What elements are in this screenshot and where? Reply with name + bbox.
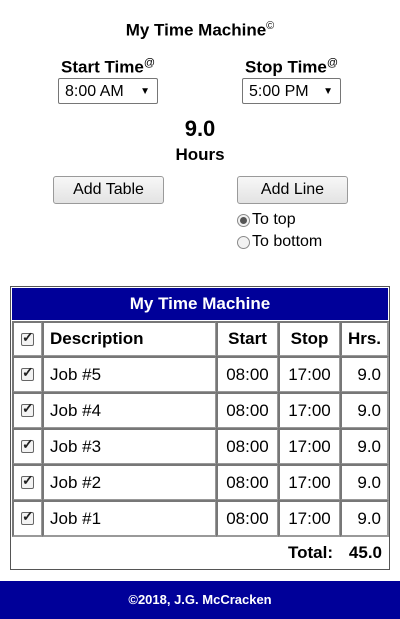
table-row-checkbox-cell — [12, 356, 43, 393]
header-select-all — [12, 321, 43, 357]
stop-time-label-text: Stop Time — [245, 57, 327, 77]
dropdown-arrow-icon: ▼ — [140, 86, 150, 97]
row-hrs: 9.0 — [340, 356, 389, 393]
stop-time-label: Stop Time@ — [245, 57, 338, 78]
row-start[interactable]: 08:00 — [216, 500, 279, 537]
footer: ©2018, J.G. McCracken — [0, 581, 400, 619]
row-checkbox[interactable] — [21, 436, 34, 453]
add-table-button[interactable]: Add Table — [53, 176, 164, 204]
stop-time-select[interactable]: 5:00 PM ▼ — [242, 78, 341, 104]
row-stop[interactable]: 17:00 — [278, 356, 341, 393]
row-start[interactable]: 08:00 — [216, 392, 279, 429]
row-checkbox[interactable] — [21, 472, 34, 489]
radio-unselected-icon[interactable] — [237, 235, 250, 249]
row-checkbox[interactable] — [21, 400, 34, 417]
row-description[interactable]: Job #2 — [42, 464, 217, 501]
start-time-value: 8:00 AM — [65, 83, 124, 100]
start-time-mark: @ — [143, 57, 155, 69]
row-checkbox[interactable] — [21, 364, 34, 381]
row-description[interactable]: Job #5 — [42, 356, 217, 393]
radio-to-bottom-label: To bottom — [252, 233, 323, 250]
row-start[interactable]: 08:00 — [216, 428, 279, 465]
radio-selected-icon[interactable] — [237, 213, 250, 227]
row-description[interactable]: Job #1 — [42, 500, 217, 537]
radio-to-bottom[interactable]: To bottom — [237, 233, 322, 251]
table-row-checkbox-cell — [12, 392, 43, 429]
stop-time-value: 5:00 PM — [249, 83, 309, 100]
copyright-mark: © — [266, 20, 275, 32]
table-row-checkbox-cell — [12, 428, 43, 465]
row-start[interactable]: 08:00 — [216, 464, 279, 501]
header-start[interactable]: Start — [216, 321, 279, 357]
app-title: My Time Machine© — [0, 20, 400, 41]
dropdown-arrow-icon: ▼ — [323, 86, 333, 97]
row-start[interactable]: 08:00 — [216, 356, 279, 393]
row-description[interactable]: Job #3 — [42, 428, 217, 465]
row-hrs: 9.0 — [340, 392, 389, 429]
total-label: Total: — [287, 543, 333, 562]
table-title: My Time Machine — [12, 288, 388, 320]
total-row: Total: 45.0 — [11, 537, 389, 567]
radio-to-top[interactable]: To top — [237, 211, 296, 229]
row-stop[interactable]: 17:00 — [278, 428, 341, 465]
add-line-button[interactable]: Add Line — [237, 176, 348, 204]
header-description[interactable]: Description — [42, 321, 217, 357]
table-row-checkbox-cell — [12, 464, 43, 501]
start-time-label-text: Start Time — [61, 57, 144, 77]
row-description[interactable]: Job #4 — [42, 392, 217, 429]
row-hrs: 9.0 — [340, 428, 389, 465]
header-stop[interactable]: Stop — [278, 321, 341, 357]
row-stop[interactable]: 17:00 — [278, 392, 341, 429]
hours-value: 9.0 — [184, 116, 216, 141]
table-row-checkbox-cell — [12, 500, 43, 537]
total-value: 45.0 — [348, 543, 382, 562]
row-stop[interactable]: 17:00 — [278, 464, 341, 501]
stop-time-mark: @ — [326, 57, 339, 69]
row-stop[interactable]: 17:00 — [278, 500, 341, 537]
header-hrs[interactable]: Hrs. — [340, 321, 389, 357]
row-checkbox[interactable] — [21, 508, 34, 525]
row-hrs: 9.0 — [340, 464, 389, 501]
hours-label: Hours — [175, 145, 225, 164]
start-time-label: Start Time@ — [61, 57, 155, 78]
radio-to-top-label: To top — [252, 211, 296, 228]
row-hrs: 9.0 — [340, 500, 389, 537]
select-all-checkbox[interactable] — [21, 329, 34, 346]
time-table: My Time Machine Description Start Stop H… — [10, 286, 390, 570]
start-time-select[interactable]: 8:00 AM ▼ — [58, 78, 158, 104]
app-title-text: My Time Machine — [125, 20, 267, 40]
